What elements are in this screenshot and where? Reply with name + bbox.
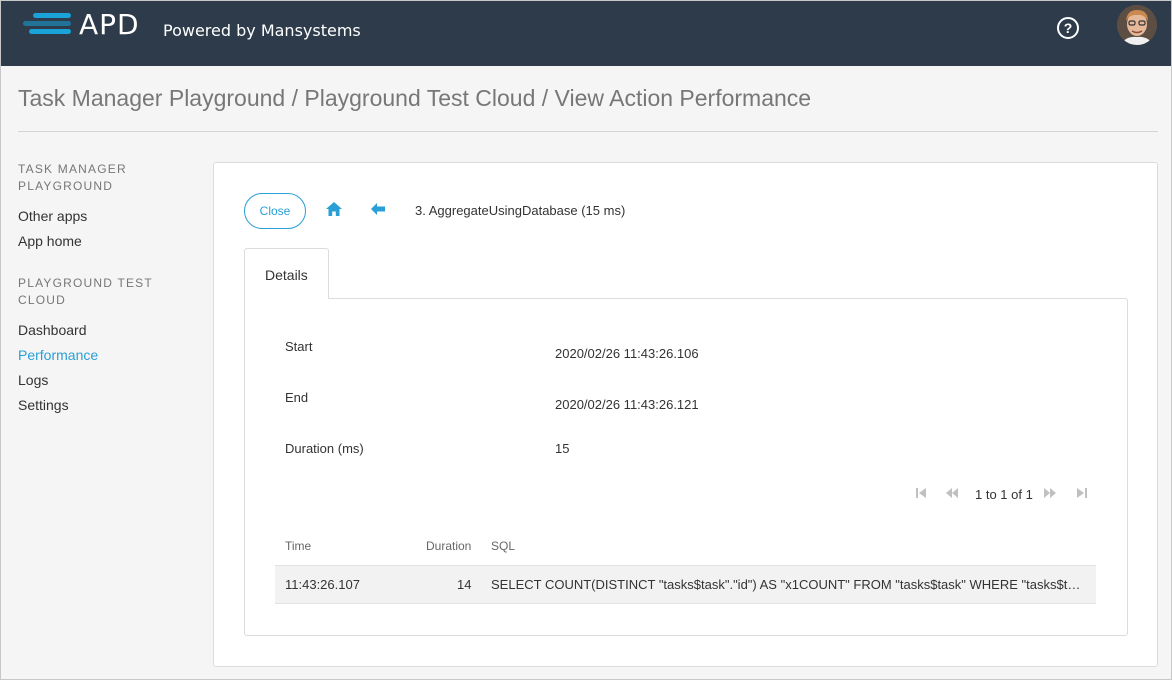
start-value: 2020/02/26 11:43:26.106 xyxy=(555,346,699,361)
next-page-icon[interactable] xyxy=(1043,487,1057,499)
help-button[interactable]: ? xyxy=(1057,17,1079,39)
details-tab-body: Start 2020/02/26 11:43:26.106 End 2020/0… xyxy=(244,298,1128,636)
end-label: End xyxy=(285,390,309,405)
first-page-icon[interactable] xyxy=(915,487,927,499)
main-panel: Close 3. AggregateUsingDatabase (15 ms) … xyxy=(213,162,1158,667)
sidebar-item-other-apps[interactable]: Other apps xyxy=(18,208,87,224)
last-page-icon[interactable] xyxy=(1076,487,1088,499)
tab-details-label: Details xyxy=(265,267,308,283)
duration-label: Duration (ms) xyxy=(285,441,364,456)
top-bar: APD Powered by Mansystems ? xyxy=(1,1,1171,66)
title-divider xyxy=(18,131,1158,132)
user-avatar[interactable] xyxy=(1117,5,1157,45)
cell-sql: SELECT COUNT(DISTINCT "tasks$task"."id")… xyxy=(491,577,1086,592)
sql-table: Time Duration SQL 11:43:26.107 14 SELECT… xyxy=(275,528,1096,604)
sidebar-item-performance[interactable]: Performance xyxy=(18,347,98,363)
sidebar-item-app-home[interactable]: App home xyxy=(18,233,82,249)
start-label: Start xyxy=(285,339,313,354)
avatar-image xyxy=(1117,5,1157,45)
sidebar-heading-playground: PLAYGROUND TEST CLOUD xyxy=(18,276,153,307)
logo-icon xyxy=(23,11,73,41)
pagination-text: 1 to 1 of 1 xyxy=(975,487,1033,502)
tab-details[interactable]: Details xyxy=(244,248,329,299)
home-icon[interactable] xyxy=(326,202,342,216)
sidebar-item-logs[interactable]: Logs xyxy=(18,372,48,388)
close-button[interactable]: Close xyxy=(244,193,306,229)
table-row[interactable]: 11:43:26.107 14 SELECT COUNT(DISTINCT "t… xyxy=(275,566,1096,604)
sidebar-item-dashboard[interactable]: Dashboard xyxy=(18,322,87,338)
column-header-time[interactable]: Time xyxy=(285,539,311,553)
sidebar-heading-task-manager: TASK MANAGER PLAYGROUND xyxy=(18,162,127,193)
pagination: 1 to 1 of 1 xyxy=(915,485,1095,505)
help-icon: ? xyxy=(1063,20,1073,36)
column-header-sql[interactable]: SQL xyxy=(491,539,515,553)
back-arrow-icon[interactable] xyxy=(371,203,385,215)
logo-subtitle: Powered by Mansystems xyxy=(163,21,361,40)
action-breadcrumb: 3. AggregateUsingDatabase (15 ms) xyxy=(415,203,626,218)
sidebar-item-settings[interactable]: Settings xyxy=(18,397,69,413)
cell-duration: 14 xyxy=(457,577,472,592)
page-title: Task Manager Playground / Playground Tes… xyxy=(18,85,812,111)
column-header-duration[interactable]: Duration xyxy=(426,539,471,553)
logo-text: APD xyxy=(79,8,140,41)
cell-time: 11:43:26.107 xyxy=(285,577,360,592)
duration-value: 15 xyxy=(555,441,570,456)
end-value: 2020/02/26 11:43:26.121 xyxy=(555,397,699,412)
table-header: Time Duration SQL xyxy=(275,528,1096,566)
previous-page-icon[interactable] xyxy=(945,487,959,499)
